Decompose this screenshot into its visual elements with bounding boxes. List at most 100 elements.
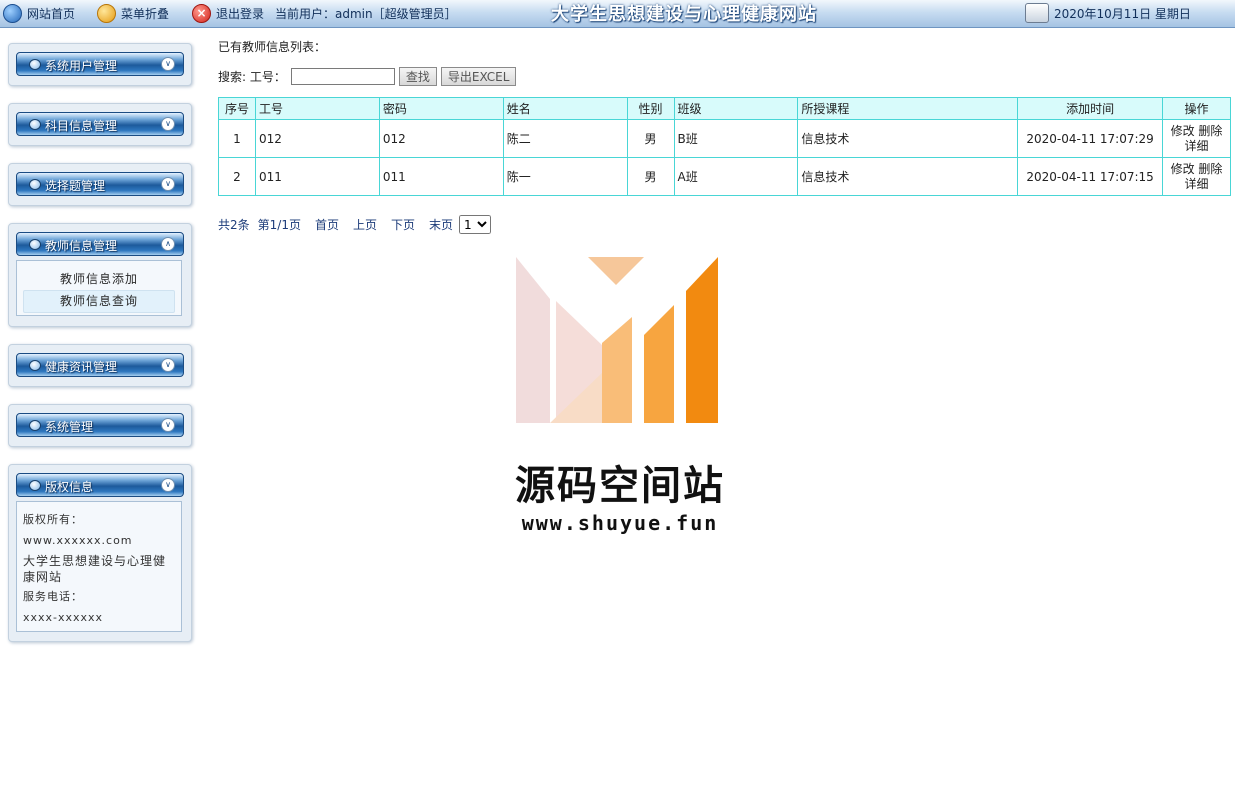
cell-course: 信息技术 <box>797 119 1019 158</box>
search-input[interactable] <box>290 67 395 85</box>
logout-label: 退出登录 <box>216 6 265 21</box>
cell-password: 012 <box>378 119 504 158</box>
cell-seq: 1 <box>218 119 256 158</box>
edit-link[interactable]: 修改 <box>1171 124 1195 138</box>
top-bar: 网站首页 菜单折叠 × 退出登录 当前用户：admin［超级管理员］ 大学生思想… <box>0 0 1235 28</box>
bullet-icon <box>29 420 41 431</box>
date-display: 2020年10月11日 星期日 <box>1025 3 1191 23</box>
panel-header[interactable]: 科目信息管理 ∨ <box>16 112 184 136</box>
calendar-icon <box>1025 3 1049 23</box>
home-link-label: 网站首页 <box>27 6 76 21</box>
search-label: 搜索: 工号： <box>218 69 286 84</box>
cell-name: 陈二 <box>502 119 628 158</box>
panel-header[interactable]: 选择题管理 ∨ <box>16 172 184 196</box>
copyright-site-name: 大学生思想建设与心理健康网站 <box>23 554 167 584</box>
header-id: 工号 <box>254 97 380 120</box>
table-header-row: 序号 工号 密码 姓名 性别 班级 所授课程 添加时间 操作 <box>218 97 1231 120</box>
header-password: 密码 <box>378 97 504 120</box>
cell-id: 012 <box>254 119 380 158</box>
home-link[interactable]: 网站首页 <box>3 3 76 23</box>
export-excel-button[interactable]: 导出EXCEL <box>440 66 517 86</box>
chevron-down-icon[interactable]: ∨ <box>161 418 175 432</box>
logo-bar-4 <box>686 257 718 423</box>
panel-header[interactable]: 系统用户管理 ∨ <box>16 52 184 76</box>
sidebar-panel-user-mgmt: 系统用户管理 ∨ <box>8 43 192 86</box>
pager-first[interactable]: 首页 <box>315 216 339 233</box>
current-user: 当前用户：admin［超级管理员］ <box>275 4 457 22</box>
cell-password: 011 <box>378 157 504 196</box>
bullet-icon <box>29 480 41 491</box>
header-ops: 操作 <box>1162 97 1231 120</box>
cell-class: A班 <box>673 157 799 196</box>
table-row: 1 012 012 陈二 男 B班 信息技术 2020-04-11 17:07:… <box>218 119 1231 158</box>
bullet-icon <box>29 239 41 250</box>
bullet-icon <box>29 119 41 130</box>
search-button[interactable]: 查找 <box>398 66 437 86</box>
panel-title: 科目信息管理 <box>45 119 118 133</box>
watermark-name: 源码空间站 <box>515 463 725 509</box>
header-name: 姓名 <box>502 97 628 120</box>
panel-header[interactable]: 版权信息 ∨ <box>16 473 184 497</box>
panel-title: 版权信息 <box>45 480 94 494</box>
sidebar-item-teacher-add[interactable]: 教师信息添加 <box>24 269 174 290</box>
bullet-icon <box>29 59 41 70</box>
pager-page: 第1/1页 <box>257 218 301 232</box>
logout-link[interactable]: × 退出登录 <box>192 3 265 23</box>
panel-header[interactable]: 教师信息管理 ∧ <box>16 232 184 256</box>
list-title: 已有教师信息列表： <box>218 40 327 54</box>
header-class: 班级 <box>673 97 799 120</box>
delete-link[interactable]: 删除 <box>1198 124 1222 138</box>
cell-gender: 男 <box>626 119 675 158</box>
pager-total: 共2条 <box>218 218 250 232</box>
logo-bar-left <box>516 257 550 423</box>
teacher-table: 序号 工号 密码 姓名 性别 班级 所授课程 添加时间 操作 1 012 012… <box>218 97 1231 196</box>
copyright-url: www.xxxxxx.com <box>23 534 133 547</box>
logo-triangle <box>588 257 644 285</box>
search-bar: 搜索: 工号： 查找 导出EXCEL <box>218 65 520 87</box>
watermark-url: www.shuyue.fun <box>521 511 719 535</box>
pagination: 共2条 第1/1页 首页 上页 下页 末页 1 <box>218 215 492 234</box>
copyright-label: 版权所有： <box>23 513 83 526</box>
chevron-down-icon[interactable]: ∨ <box>161 177 175 191</box>
site-title: 大学生思想建设与心理健康网站 <box>551 4 817 25</box>
panel-header[interactable]: 健康资讯管理 ∨ <box>16 353 184 377</box>
pager-last[interactable]: 末页 <box>429 216 453 233</box>
fold-icon <box>97 3 116 23</box>
copyright-body: 版权所有： www.xxxxxx.com 大学生思想建设与心理健康网站 服务电话… <box>16 501 182 632</box>
sidebar-panel-subject-mgmt: 科目信息管理 ∨ <box>8 103 192 146</box>
cell-time: 2020-04-11 17:07:29 <box>1017 119 1164 158</box>
chevron-up-icon[interactable]: ∧ <box>161 237 175 251</box>
chevron-down-icon[interactable]: ∨ <box>161 117 175 131</box>
panel-title: 健康资讯管理 <box>45 360 118 374</box>
sidebar-panel-question-mgmt: 选择题管理 ∨ <box>8 163 192 206</box>
pager-next[interactable]: 下页 <box>391 216 415 233</box>
pager-prev[interactable]: 上页 <box>353 216 377 233</box>
logo-bar-3 <box>644 305 674 423</box>
header-seq: 序号 <box>218 97 256 120</box>
phone-label: 服务电话： <box>23 590 83 603</box>
chevron-down-icon[interactable]: ∨ <box>161 358 175 372</box>
sidebar-panel-copyright: 版权信息 ∨ 版权所有： www.xxxxxx.com 大学生思想建设与心理健康… <box>8 464 192 642</box>
sidebar-item-teacher-query[interactable]: 教师信息查询 <box>23 290 175 313</box>
panel-title: 系统管理 <box>45 420 94 434</box>
cell-ops: 修改 删除 详细 <box>1162 157 1231 196</box>
chevron-down-icon[interactable]: ∨ <box>161 478 175 492</box>
edit-link[interactable]: 修改 <box>1171 162 1195 176</box>
panel-header[interactable]: 系统管理 ∨ <box>16 413 184 437</box>
detail-link[interactable]: 详细 <box>1185 139 1209 153</box>
panel-title: 系统用户管理 <box>45 59 118 73</box>
panel-title: 选择题管理 <box>45 179 106 193</box>
page-select[interactable]: 1 <box>459 215 492 234</box>
bullet-icon <box>29 179 41 190</box>
cell-ops: 修改 删除 详细 <box>1162 119 1231 158</box>
chevron-down-icon[interactable]: ∨ <box>161 57 175 71</box>
watermark-logo <box>516 257 718 423</box>
cell-time: 2020-04-11 17:07:15 <box>1017 157 1164 196</box>
date-label: 2020年10月11日 星期日 <box>1054 6 1191 21</box>
detail-link[interactable]: 详细 <box>1185 177 1209 191</box>
delete-link[interactable]: 删除 <box>1198 162 1222 176</box>
menu-fold-link[interactable]: 菜单折叠 <box>97 3 169 23</box>
cell-course: 信息技术 <box>797 157 1019 196</box>
cell-seq: 2 <box>218 157 256 196</box>
panel-title: 教师信息管理 <box>45 239 118 253</box>
